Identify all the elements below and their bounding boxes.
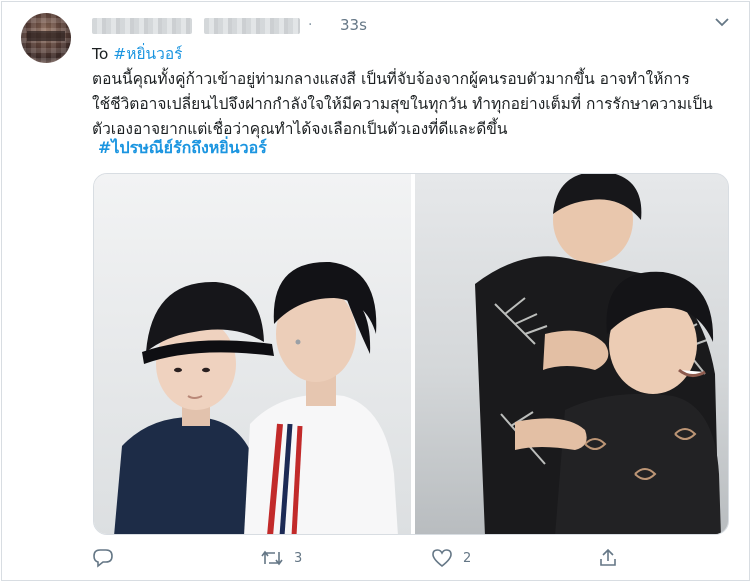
retweet-count: 3: [294, 550, 303, 566]
like-button[interactable]: 2: [431, 543, 471, 573]
share-button[interactable]: [598, 543, 618, 573]
hashtag-link[interactable]: #หยิ่นวอร์: [113, 45, 182, 63]
to-prefix: To: [92, 45, 109, 63]
meta-separator: ·: [308, 17, 313, 33]
display-name-redacted[interactable]: [92, 18, 192, 34]
photo-two-men-back-to-back[interactable]: [94, 174, 411, 534]
to-line: To #หยิ่นวอร์: [92, 42, 742, 67]
body-line: ใช้ชีวิตอาจเปลี่ยนไปจึงฝากกำลังใจให้มีคว…: [92, 95, 713, 113]
body-line: ตอนนี้คุณทั้งคู่ก้าวเข้าอยู่ท่ามกลางแสงส…: [92, 70, 690, 88]
avatar[interactable]: [21, 13, 71, 63]
tweet-text: To #หยิ่นวอร์ ตอนนี้คุณทั้งคู่ก้าวเข้าอย…: [92, 42, 742, 142]
retweet-icon: [260, 548, 284, 568]
media-grid: [93, 173, 729, 535]
reply-icon: [92, 548, 114, 568]
hashtag-link[interactable]: #ไปรษณีย์รักถึงหยิ่นวอร์: [98, 136, 267, 161]
username-redacted[interactable]: [204, 18, 300, 34]
heart-icon: [431, 548, 453, 568]
reply-button[interactable]: [92, 543, 114, 573]
retweet-button[interactable]: 3: [260, 543, 302, 573]
tweet-timestamp[interactable]: 33s: [340, 16, 367, 34]
chevron-down-icon[interactable]: [712, 12, 732, 32]
photo-piggyback-floral-shirts[interactable]: [415, 174, 728, 534]
like-count: 2: [463, 550, 472, 566]
tweet-actions: 3 2: [0, 543, 753, 573]
share-icon: [598, 548, 618, 568]
